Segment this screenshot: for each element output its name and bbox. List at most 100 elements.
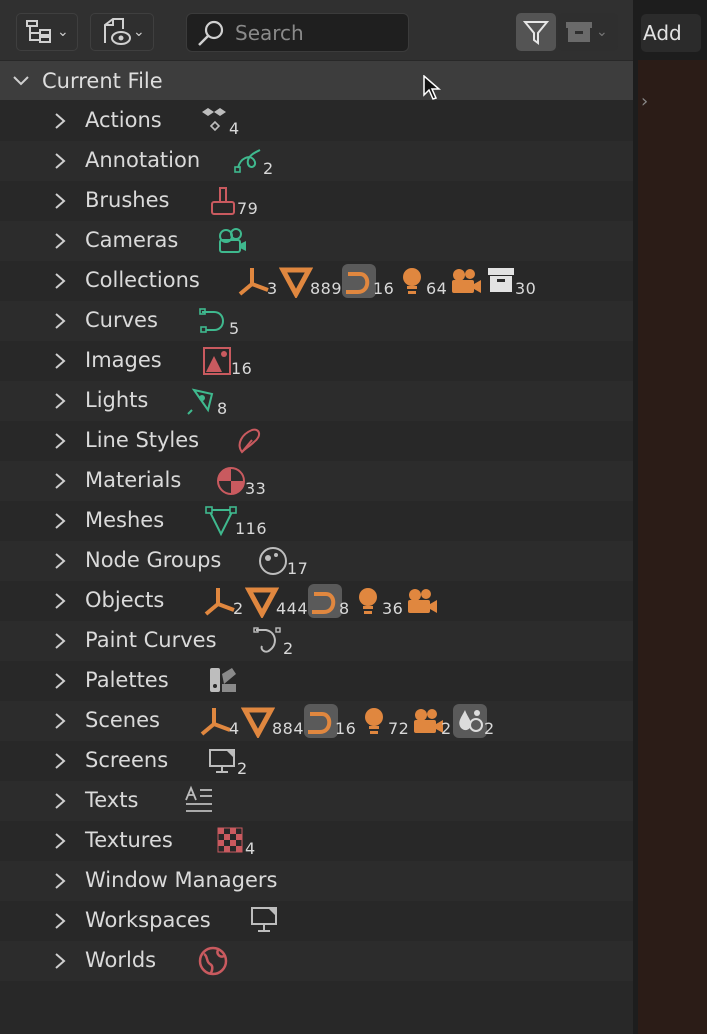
badge-count: 2: [441, 718, 452, 738]
filter-button[interactable]: [516, 13, 556, 51]
chevron-right-icon[interactable]: [53, 792, 67, 810]
tree-item-objects[interactable]: Objects 2 444 8 36: [0, 581, 633, 621]
chevron-right-icon[interactable]: [53, 272, 67, 290]
chevron-right-icon[interactable]: [53, 952, 67, 970]
chevron-down-icon: ⌄: [596, 24, 608, 40]
tree-item-workspaces[interactable]: Workspaces: [0, 901, 633, 941]
world-settings-badge[interactable]: 2: [453, 701, 495, 741]
editor-type-button[interactable]: ⌄: [16, 13, 78, 51]
chevron-down-icon: ⌄: [57, 24, 69, 40]
sidebar-expand-icon[interactable]: ›: [641, 91, 648, 112]
mesh-badge[interactable]: 889: [279, 261, 342, 301]
texture-badge[interactable]: 4: [214, 821, 256, 861]
mesh-icon: [279, 264, 313, 298]
chevron-right-icon[interactable]: [53, 672, 67, 690]
empty-axes-badge[interactable]: 2: [202, 581, 244, 621]
chevron-right-icon[interactable]: [53, 632, 67, 650]
curve-badge[interactable]: 8: [308, 581, 350, 621]
tree-item-annotation[interactable]: Annotation 2: [0, 141, 633, 181]
action-badge[interactable]: 4: [198, 101, 240, 141]
tree-item-curves[interactable]: Curves 5: [0, 301, 633, 341]
curve-badge[interactable]: 16: [304, 701, 356, 741]
brush-badge[interactable]: 79: [206, 181, 258, 221]
tree-item-label: Collections: [85, 268, 200, 292]
tree-item-worlds[interactable]: Worlds: [0, 941, 633, 981]
world-badge[interactable]: [196, 941, 230, 981]
paint-curve-badge[interactable]: 2: [252, 621, 294, 661]
tree-item-texts[interactable]: Texts: [0, 781, 633, 821]
chevron-right-icon[interactable]: [53, 352, 67, 370]
search-input[interactable]: Search: [186, 13, 409, 52]
mesh-data-badge[interactable]: 116: [204, 501, 267, 541]
line-style-badge[interactable]: [232, 421, 266, 461]
light-badge[interactable]: 36: [351, 581, 403, 621]
chevron-right-icon[interactable]: [53, 312, 67, 330]
tree-item-actions[interactable]: Actions 4: [0, 101, 633, 141]
tree-item-label: Curves: [85, 308, 158, 332]
camera-data-badge[interactable]: [214, 221, 248, 261]
tree-item-meshes[interactable]: Meshes 116: [0, 501, 633, 541]
new-collection-button[interactable]: ⌄: [558, 13, 618, 51]
chevron-right-icon[interactable]: [53, 912, 67, 930]
empty-axes-badge[interactable]: 4: [198, 701, 240, 741]
light-badge[interactable]: 64: [395, 261, 447, 301]
light-badge[interactable]: 72: [357, 701, 409, 741]
chevron-right-icon[interactable]: [53, 192, 67, 210]
node-group-badge[interactable]: 17: [256, 541, 308, 581]
chevron-right-icon[interactable]: [53, 512, 67, 530]
tree-item-cameras[interactable]: Cameras: [0, 221, 633, 261]
tree-item-window-managers[interactable]: Window Managers: [0, 861, 633, 901]
chevron-right-icon[interactable]: [53, 712, 67, 730]
chevron-right-icon[interactable]: [53, 552, 67, 570]
tree-item-scenes[interactable]: Scenes 4 884 16 72 2 2: [0, 701, 633, 741]
curve-data-badge[interactable]: 5: [198, 301, 240, 341]
chevron-down-icon[interactable]: [12, 74, 30, 88]
tree-item-collections[interactable]: Collections 3 889 16 64 30: [0, 261, 633, 301]
display-mode-button[interactable]: ⌄: [90, 13, 154, 51]
chevron-down-icon: ⌄: [133, 24, 145, 40]
palette-badge[interactable]: [206, 661, 240, 701]
chevron-right-icon[interactable]: [53, 432, 67, 450]
badge-count: 8: [339, 598, 350, 618]
curve-icon: [308, 584, 342, 618]
tree-item-textures[interactable]: Textures 4: [0, 821, 633, 861]
add-menu-button[interactable]: Add: [641, 14, 701, 52]
tree-item-line-styles[interactable]: Line Styles: [0, 421, 633, 461]
text-badge[interactable]: [182, 781, 216, 821]
light-data-badge[interactable]: 8: [186, 381, 228, 421]
tree-item-paint-curves[interactable]: Paint Curves 2: [0, 621, 633, 661]
collection-box-badge[interactable]: 30: [484, 261, 536, 301]
image-badge[interactable]: 16: [200, 341, 252, 381]
tree-item-palettes[interactable]: Palettes: [0, 661, 633, 701]
chevron-right-icon[interactable]: [53, 832, 67, 850]
mesh-badge[interactable]: 444: [245, 581, 308, 621]
chevron-right-icon[interactable]: [53, 152, 67, 170]
tree-root-current-file[interactable]: Current File: [0, 61, 633, 100]
camera-object-badge[interactable]: [404, 581, 438, 621]
curve-badge[interactable]: 16: [342, 261, 394, 301]
light-icon: [395, 264, 429, 298]
chevron-right-icon[interactable]: [53, 752, 67, 770]
screen-badge[interactable]: 2: [206, 741, 248, 781]
tree-item-brushes[interactable]: Brushes 79: [0, 181, 633, 221]
chevron-right-icon[interactable]: [53, 392, 67, 410]
chevron-right-icon[interactable]: [53, 232, 67, 250]
material-badge[interactable]: 33: [214, 461, 266, 501]
tree-item-lights[interactable]: Lights 8: [0, 381, 633, 421]
chevron-right-icon[interactable]: [53, 472, 67, 490]
tree-item-screens[interactable]: Screens 2: [0, 741, 633, 781]
camera-object-badge[interactable]: 2: [410, 701, 452, 741]
camera-object-badge[interactable]: [448, 261, 482, 301]
chevron-right-icon[interactable]: [53, 112, 67, 130]
badge-count: 2: [263, 158, 274, 178]
empty-axes-badge[interactable]: 3: [236, 261, 278, 301]
mesh-badge[interactable]: 884: [241, 701, 304, 741]
add-menu-label: Add: [643, 21, 682, 45]
workspace-badge[interactable]: [248, 901, 282, 941]
chevron-right-icon[interactable]: [53, 592, 67, 610]
tree-item-images[interactable]: Images 16: [0, 341, 633, 381]
chevron-right-icon[interactable]: [53, 872, 67, 890]
tree-item-node-groups[interactable]: Node Groups 17: [0, 541, 633, 581]
tree-item-materials[interactable]: Materials 33: [0, 461, 633, 501]
annotation-badge[interactable]: 2: [232, 141, 274, 181]
